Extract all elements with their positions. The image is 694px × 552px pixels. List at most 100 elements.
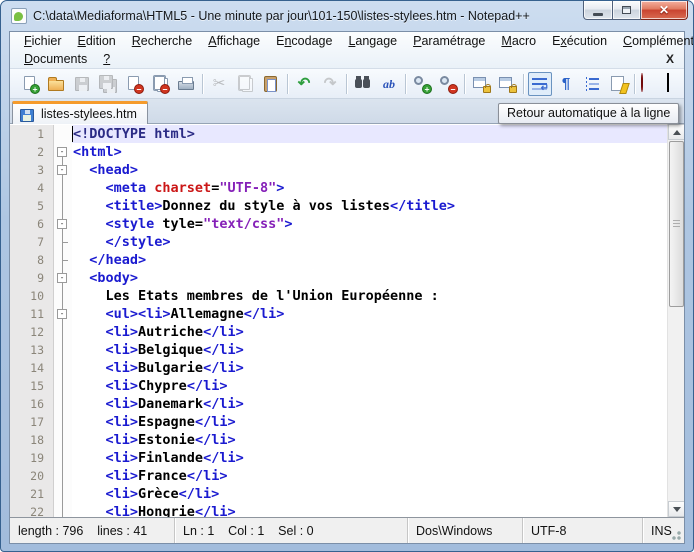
title-bar[interactable]: C:\data\Mediaforma\HTML5 - Une minute pa… [1, 1, 693, 31]
copy-icon [235, 74, 255, 94]
user-defined-language-button[interactable] [606, 72, 630, 96]
fold-minus-icon: - [57, 147, 67, 157]
line-number: 14 [10, 359, 54, 377]
code-text: <li>Bulgarie</li> [73, 360, 244, 376]
zoom-in-button[interactable]: + [410, 72, 434, 96]
minimize-button[interactable] [583, 1, 613, 20]
close-file-button[interactable]: − [122, 72, 146, 96]
save-all-icon [98, 74, 118, 94]
menu-item-affichage[interactable]: Affichage [200, 33, 268, 49]
fold-collapse-marker[interactable]: - [54, 305, 72, 323]
code-text: <li>Chypre</li> [73, 378, 228, 394]
code-text: <li>Espagne</li> [73, 414, 236, 430]
fold-margin [54, 467, 72, 485]
menu-close-x[interactable]: X [662, 52, 678, 66]
code-text: <li>Finlande</li> [73, 450, 244, 466]
fold-minus-icon: - [57, 309, 67, 319]
fold-collapse-marker[interactable]: - [54, 161, 72, 179]
menu-item-macro[interactable]: Macro [493, 33, 544, 49]
show-all-characters-button[interactable]: ¶ [554, 72, 578, 96]
editor-area[interactable]: 1 <!DOCTYPE html> 2- <html> 3- <head> 4 <meta… [10, 124, 684, 517]
menu-item-edition[interactable]: Edition [70, 33, 124, 49]
status-cursor-position: Ln : 1 Col : 1 Sel : 0 [175, 518, 408, 543]
fold-margin [54, 125, 72, 143]
line-number: 3 [10, 161, 54, 179]
status-encoding[interactable]: UTF-8 [523, 518, 643, 543]
scrollbar-thumb[interactable] [669, 141, 684, 307]
sync-vertical-scroll-icon [471, 74, 491, 94]
line-number: 5 [10, 197, 54, 215]
cut-button: ✂ [207, 72, 231, 96]
sync-vertical-scroll-button[interactable] [469, 72, 493, 96]
undo-button[interactable]: ↶ [292, 72, 316, 96]
menu-item-param-trage[interactable]: Paramétrage [405, 33, 493, 49]
fold-margin [54, 449, 72, 467]
menu-item-documents[interactable]: Documents [16, 51, 95, 67]
scroll-up-button[interactable] [668, 124, 684, 140]
save-file-icon [72, 74, 92, 94]
zoom-out-button[interactable]: − [436, 72, 460, 96]
macro-stop-button[interactable] [665, 72, 689, 96]
code-line: 14 <li>Bulgarie</li> [10, 359, 667, 377]
line-number: 2 [10, 143, 54, 161]
fold-minus-icon: - [57, 219, 67, 229]
restore-button[interactable] [613, 1, 641, 20]
open-file-icon [46, 74, 66, 94]
vertical-scrollbar[interactable] [667, 124, 684, 517]
fold-collapse-marker[interactable]: - [54, 269, 72, 287]
close-all-files-button[interactable]: − [148, 72, 172, 96]
menu-item-compl-ments[interactable]: Compléments [615, 33, 693, 49]
show-indent-guide-button[interactable] [580, 72, 604, 96]
resize-grip[interactable] [669, 528, 682, 541]
paste-button[interactable] [259, 72, 283, 96]
redo-button: ↷ [318, 72, 342, 96]
menu-item-ex-cution[interactable]: Exécution [544, 33, 615, 49]
code-text: <ul><li>Allemagne</li> [73, 306, 285, 322]
code-text: <!DOCTYPE html> [72, 125, 667, 143]
print-button[interactable] [174, 72, 198, 96]
toolbar-separator [464, 73, 465, 94]
word-wrap-tooltip: Retour automatique à la ligne [498, 103, 680, 124]
close-button[interactable]: ✕ [641, 1, 688, 20]
sync-horizontal-scroll-button[interactable] [495, 72, 519, 96]
code-text: Les Etats membres de l'Union Européenne … [73, 288, 439, 304]
status-bar: length : 796 lines : 41 Ln : 1 Col : 1 Se… [10, 517, 684, 543]
code-line: 12 <li>Autriche</li> [10, 323, 667, 341]
fold-collapse-marker[interactable]: - [54, 143, 72, 161]
menu-item-recherche[interactable]: Recherche [124, 33, 200, 49]
status-eol-format[interactable]: Dos\Windows [408, 518, 523, 543]
fold-margin [54, 251, 72, 269]
menu-item-fichier[interactable]: Fichier [16, 33, 70, 49]
text-caret [72, 126, 73, 142]
fold-minus-icon: - [57, 273, 67, 283]
line-number: 12 [10, 323, 54, 341]
menu-item-encodage[interactable]: Encodage [268, 33, 340, 49]
cut-icon: ✂ [212, 74, 226, 92]
replace-button[interactable]: ab [377, 72, 401, 96]
show-indent-guide-icon [582, 74, 602, 94]
fold-collapse-marker[interactable]: - [54, 215, 72, 233]
code-line: 7 </style> [10, 233, 667, 251]
save-all-button [96, 72, 120, 96]
menu-item-langage[interactable]: Langage [340, 33, 405, 49]
open-file-button[interactable] [44, 72, 68, 96]
code-line: 16 <li>Danemark</li> [10, 395, 667, 413]
copy-button [233, 72, 257, 96]
fold-margin [54, 323, 72, 341]
code-text: <li>Estonie</li> [73, 432, 236, 448]
fold-margin [54, 503, 72, 517]
code-text: <html> [73, 144, 122, 160]
menu-item-?[interactable]: ? [95, 51, 118, 67]
tab-listes-stylees[interactable]: listes-stylees.htm [12, 101, 148, 124]
code-line: 8 </head> [10, 251, 667, 269]
line-number: 7 [10, 233, 54, 251]
new-file-button[interactable]: + [18, 72, 42, 96]
code-line: 20 <li>France</li> [10, 467, 667, 485]
close-all-files-icon: − [150, 74, 170, 94]
code-line: 15 <li>Chypre</li> [10, 377, 667, 395]
fold-margin [54, 359, 72, 377]
word-wrap-button[interactable] [528, 71, 552, 96]
find-button[interactable] [351, 72, 375, 96]
scroll-down-button[interactable] [668, 501, 684, 517]
macro-record-button[interactable] [639, 72, 663, 96]
